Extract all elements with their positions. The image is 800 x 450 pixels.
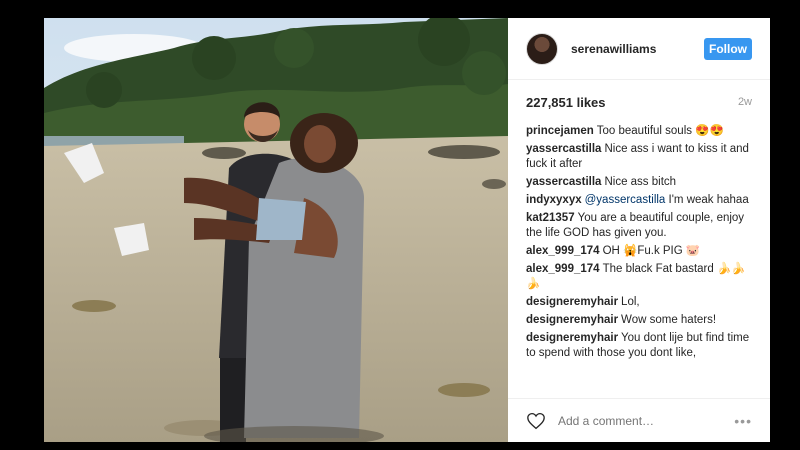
comment-item: princejamen Too beautiful souls 😍😍: [526, 124, 752, 139]
comment-author[interactable]: alex_999_174: [526, 245, 600, 257]
comment-author[interactable]: designeremyhair: [526, 332, 618, 344]
comment-author[interactable]: indyxyxyx: [526, 194, 582, 206]
comment-author[interactable]: yassercastilla: [526, 143, 601, 155]
username[interactable]: serenawilliams: [571, 42, 704, 56]
comment-text: Nice ass bitch: [604, 176, 677, 188]
more-options-icon[interactable]: •••: [730, 413, 752, 429]
post-stats: 227,851 likes 2w: [508, 80, 770, 124]
comment-item: designeremyhair Wow some haters!: [526, 313, 752, 328]
avatar[interactable]: [526, 32, 558, 65]
post-header: serenawilliams Follow: [508, 18, 770, 80]
comment-mention[interactable]: @yassercastilla: [585, 194, 666, 206]
comment-text: I'm weak hahaa: [665, 194, 749, 206]
heart-icon[interactable]: [526, 412, 546, 430]
comment-author[interactable]: alex_999_174: [526, 263, 600, 275]
comment-item: alex_999_174 The black Fat bastard 🍌🍌🍌: [526, 262, 752, 292]
comment-author[interactable]: yassercastilla: [526, 176, 601, 188]
comment-author[interactable]: kat21357: [526, 212, 575, 224]
comment-item: yassercastilla Nice ass i want to kiss it…: [526, 142, 752, 172]
comment-author[interactable]: designeremyhair: [526, 296, 618, 308]
comment-item: alex_999_174 OH 🙀Fu.k PIG 🐷: [526, 244, 752, 259]
comment-bar: •••: [508, 398, 770, 442]
comment-text: OH 🙀Fu.k PIG 🐷: [602, 245, 701, 257]
post-time[interactable]: 2w: [738, 96, 752, 108]
post-panel: serenawilliams Follow 227,851 likes 2w p…: [508, 18, 770, 442]
add-comment-input[interactable]: [556, 412, 730, 429]
post-image: [44, 18, 508, 442]
comment-item: indyxyxyx @yassercastilla I'm weak hahaa: [526, 193, 752, 208]
comment-item: yassercastilla Nice ass bitch: [526, 175, 752, 190]
comment-text: Wow some haters!: [621, 314, 717, 326]
post-photo[interactable]: [44, 18, 508, 442]
comment-item: kat21357 You are a beautiful couple, enjo…: [526, 211, 752, 241]
post-card: serenawilliams Follow 227,851 likes 2w p…: [44, 18, 770, 442]
comment-item: designeremyhair You dont lije but find ti…: [526, 331, 752, 361]
likes-count[interactable]: 227,851 likes: [526, 95, 606, 110]
comment-author[interactable]: designeremyhair: [526, 314, 618, 326]
comment-list: princejamen Too beautiful souls 😍😍 yasser…: [508, 124, 770, 398]
comment-text: Lol,: [621, 296, 640, 308]
comment-text: Too beautiful souls 😍😍: [596, 125, 724, 137]
comment-author[interactable]: princejamen: [526, 125, 594, 137]
comment-item: designeremyhair Lol,: [526, 295, 752, 310]
follow-button[interactable]: Follow: [704, 37, 752, 60]
